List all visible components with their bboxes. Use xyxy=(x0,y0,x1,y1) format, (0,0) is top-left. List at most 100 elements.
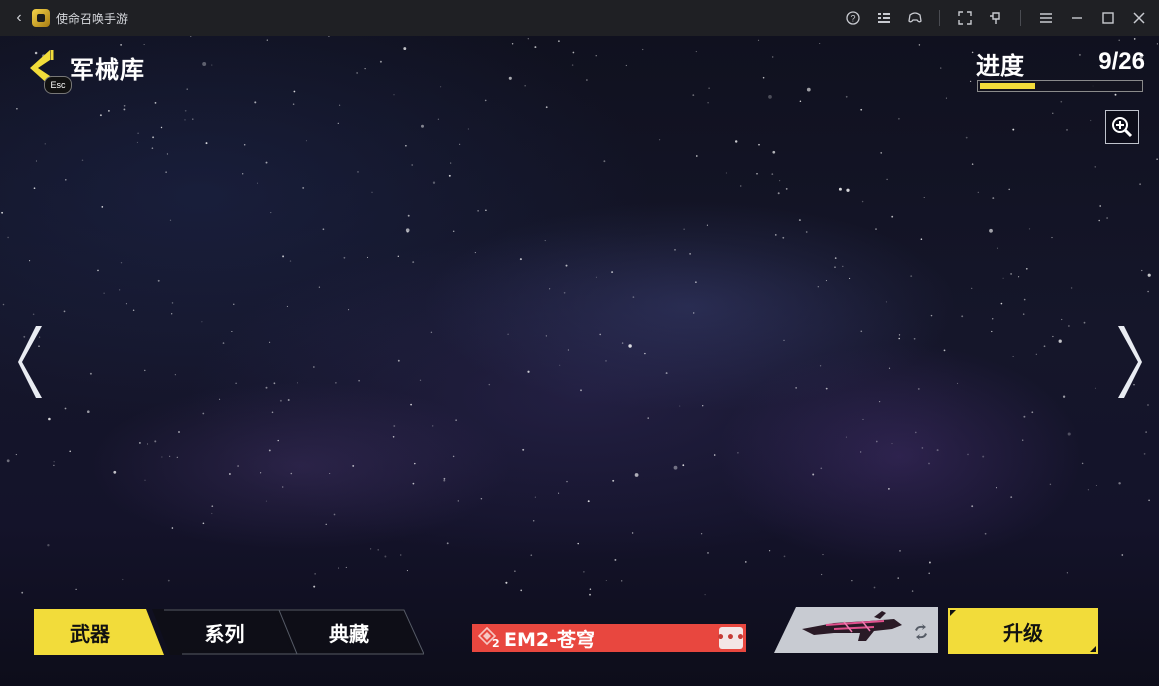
star xyxy=(485,209,487,211)
star xyxy=(631,532,634,534)
star xyxy=(1031,411,1034,414)
star xyxy=(384,555,387,558)
star xyxy=(532,520,535,522)
star xyxy=(430,331,433,334)
star xyxy=(936,449,939,452)
tab-weapons[interactable]: 武器 xyxy=(34,609,164,655)
star xyxy=(152,136,155,139)
star xyxy=(1066,572,1068,574)
titlebar-separator xyxy=(939,10,940,26)
star xyxy=(314,573,316,575)
minimize-icon[interactable] xyxy=(1065,6,1089,30)
star xyxy=(861,200,864,203)
star xyxy=(665,372,668,375)
weapon-thumbnail[interactable] xyxy=(774,607,938,653)
star xyxy=(849,277,851,279)
star xyxy=(446,542,449,545)
star xyxy=(628,344,632,348)
star xyxy=(279,399,282,402)
star xyxy=(167,579,170,582)
star xyxy=(1035,353,1037,355)
star xyxy=(432,425,434,427)
star xyxy=(928,462,930,465)
star xyxy=(822,554,824,556)
star xyxy=(65,179,67,181)
next-button[interactable] xyxy=(1112,322,1144,402)
help-icon[interactable]: ? xyxy=(841,6,865,30)
star xyxy=(243,144,246,146)
star xyxy=(1147,290,1149,293)
star xyxy=(443,477,446,480)
star xyxy=(961,315,964,318)
star xyxy=(103,292,105,294)
star xyxy=(305,140,307,142)
star xyxy=(940,67,942,69)
star xyxy=(1094,387,1096,389)
swap-icon xyxy=(915,624,927,640)
star xyxy=(406,570,408,572)
star xyxy=(265,500,267,502)
star xyxy=(891,443,893,445)
star xyxy=(1060,100,1063,103)
weapon-name-bar[interactable]: 2 EM2-苍穹 ••• xyxy=(472,624,746,652)
star xyxy=(702,405,704,407)
star xyxy=(605,360,607,362)
star xyxy=(1008,188,1010,191)
star xyxy=(508,76,512,80)
tab-series[interactable]: 系列 xyxy=(152,609,297,655)
star xyxy=(967,453,969,456)
star xyxy=(520,589,523,592)
titlebar-separator xyxy=(1020,10,1021,26)
back-button[interactable]: Esc xyxy=(28,46,74,94)
star xyxy=(545,335,547,337)
star xyxy=(603,160,606,163)
star xyxy=(15,454,17,456)
star xyxy=(44,143,46,145)
star xyxy=(358,379,360,382)
pin-icon[interactable] xyxy=(984,6,1008,30)
menu-icon[interactable] xyxy=(1034,6,1058,30)
star xyxy=(63,310,66,313)
star xyxy=(1078,53,1081,56)
star xyxy=(817,286,819,288)
star xyxy=(205,142,208,145)
star xyxy=(270,212,272,214)
star xyxy=(918,44,921,46)
star xyxy=(123,104,126,107)
star xyxy=(740,185,742,187)
fullscreen-icon[interactable] xyxy=(953,6,977,30)
zoom-button[interactable] xyxy=(1105,110,1139,144)
star xyxy=(565,264,568,267)
star xyxy=(771,173,774,175)
star xyxy=(527,38,529,40)
star xyxy=(673,465,678,470)
star xyxy=(53,464,55,467)
star xyxy=(75,588,77,591)
star xyxy=(757,39,760,41)
star xyxy=(969,80,972,83)
star xyxy=(756,172,758,175)
upgrade-button[interactable]: 升级 xyxy=(948,608,1098,654)
star xyxy=(477,210,479,212)
keyboard-mapping-icon[interactable] xyxy=(872,6,896,30)
star xyxy=(348,309,350,311)
star xyxy=(1147,273,1151,277)
previous-button[interactable] xyxy=(16,322,48,402)
star xyxy=(437,118,440,120)
gamepad-icon[interactable] xyxy=(903,6,927,30)
more-options-button[interactable]: ••• xyxy=(716,627,745,649)
star xyxy=(1010,496,1013,498)
close-icon[interactable] xyxy=(1127,6,1151,30)
tab-collection[interactable]: 典藏 xyxy=(274,609,424,655)
star xyxy=(448,174,451,177)
star xyxy=(563,291,566,294)
star xyxy=(806,87,811,92)
star xyxy=(1099,205,1102,207)
corner-accent xyxy=(1090,646,1096,652)
star xyxy=(798,219,801,222)
window-back-icon[interactable]: ‹ xyxy=(6,0,32,36)
star xyxy=(484,99,487,102)
maximize-icon[interactable] xyxy=(1096,6,1120,30)
star xyxy=(211,512,213,515)
star xyxy=(1148,499,1150,502)
